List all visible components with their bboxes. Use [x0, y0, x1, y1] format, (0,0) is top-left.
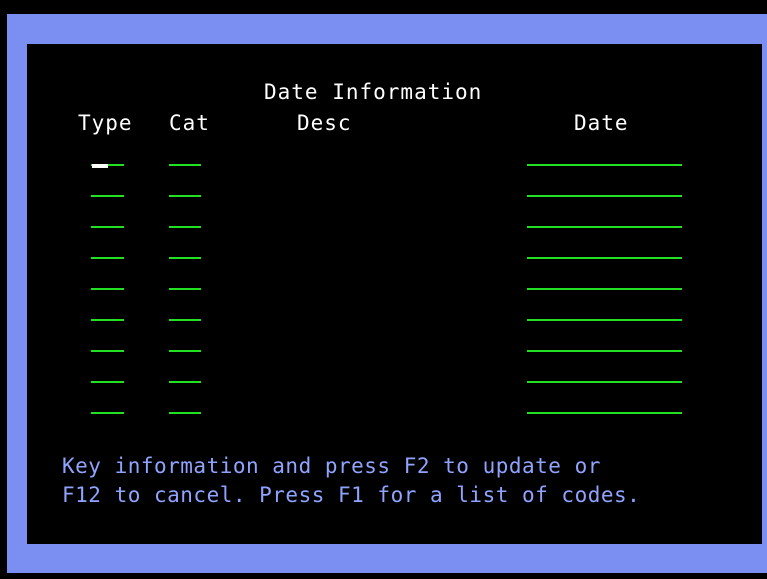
- instruction-line-1: Key information and press F2 to update o…: [62, 454, 601, 478]
- date-field[interactable]: [527, 381, 682, 383]
- cat-field[interactable]: [169, 319, 201, 321]
- date-field[interactable]: [527, 164, 682, 166]
- type-field[interactable]: [91, 381, 124, 383]
- column-header-cat: Cat: [169, 111, 210, 135]
- instruction-line-2: F12 to cancel. Press F1 for a list of co…: [62, 483, 641, 507]
- cat-field[interactable]: [169, 257, 201, 259]
- text-cursor: [92, 164, 108, 168]
- type-field[interactable]: [91, 226, 124, 228]
- date-field[interactable]: [527, 288, 682, 290]
- cat-field[interactable]: [169, 350, 201, 352]
- type-field[interactable]: [91, 350, 124, 352]
- date-field[interactable]: [527, 226, 682, 228]
- date-field[interactable]: [527, 350, 682, 352]
- type-field[interactable]: [91, 195, 124, 197]
- column-header-type: Type: [78, 111, 133, 135]
- column-header-desc: Desc: [297, 111, 352, 135]
- column-header-date: Date: [574, 111, 629, 135]
- date-field[interactable]: [527, 412, 682, 414]
- cat-field[interactable]: [169, 381, 201, 383]
- cat-field[interactable]: [169, 195, 201, 197]
- date-field[interactable]: [527, 319, 682, 321]
- cat-field[interactable]: [169, 164, 201, 166]
- cat-field[interactable]: [169, 288, 201, 290]
- screen-title: Date Information: [264, 80, 483, 104]
- type-field[interactable]: [91, 319, 124, 321]
- type-field[interactable]: [91, 288, 124, 290]
- type-field[interactable]: [91, 257, 124, 259]
- cat-field[interactable]: [169, 412, 201, 414]
- date-field[interactable]: [527, 195, 682, 197]
- date-field[interactable]: [527, 257, 682, 259]
- cat-field[interactable]: [169, 226, 201, 228]
- type-field[interactable]: [91, 412, 124, 414]
